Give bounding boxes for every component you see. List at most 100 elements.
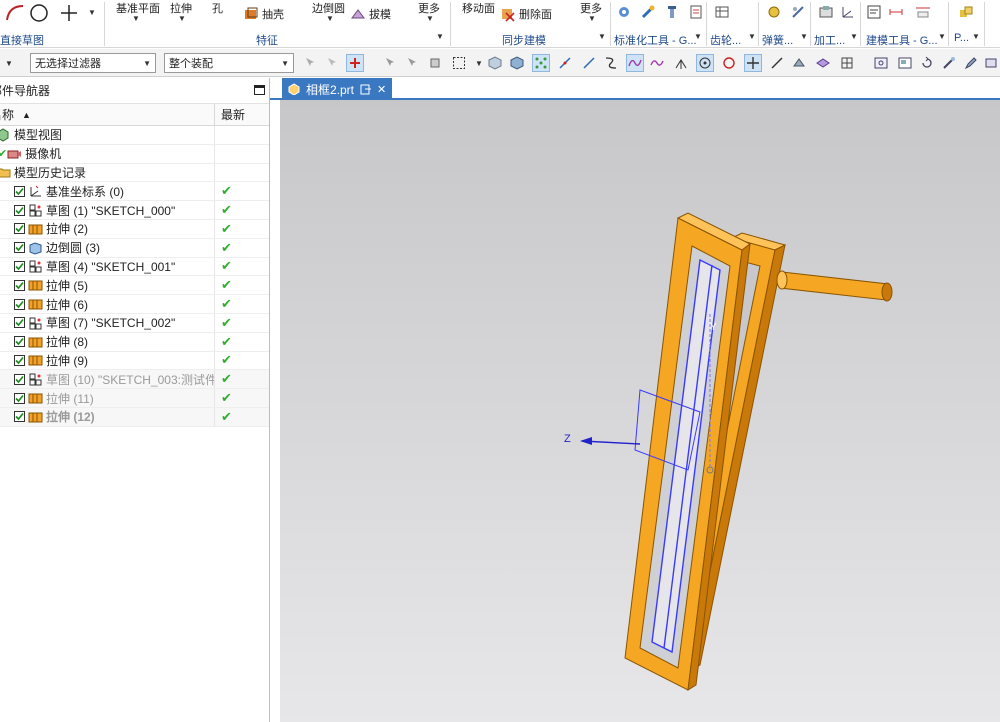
move-face-button[interactable]: 移动面 xyxy=(462,0,495,16)
group-machining[interactable]: 加工... xyxy=(814,32,845,48)
tree-row-feature[interactable]: 草图 (10) "SKETCH_003:测试件" ✔ xyxy=(0,370,269,390)
hole-button[interactable]: 孔 xyxy=(212,0,223,16)
std-tool-5[interactable] xyxy=(714,4,730,20)
gear-group-dropdown[interactable]: ▼ xyxy=(748,32,756,41)
group-more[interactable]: P... xyxy=(954,32,969,44)
std-tool-2[interactable] xyxy=(640,4,656,20)
snap-intersection-button[interactable] xyxy=(672,54,690,72)
delete-face-button[interactable]: 删除面 xyxy=(500,6,552,22)
select-component-button[interactable] xyxy=(426,54,444,72)
std-tool-3[interactable] xyxy=(664,4,680,20)
datum-plane-dropdown[interactable]: ▼ xyxy=(132,14,140,23)
modeling-tool-2[interactable] xyxy=(888,4,904,20)
std-tool-1[interactable] xyxy=(616,4,632,20)
snap-curve-button[interactable] xyxy=(602,54,620,72)
shell-button[interactable]: 抽壳 xyxy=(243,6,284,22)
view-tool-1[interactable] xyxy=(872,54,890,72)
visibility-checkbox[interactable] xyxy=(14,354,25,366)
tree-row-feature[interactable]: 拉伸 (8) ✔ xyxy=(0,332,269,352)
spring-tool-1[interactable] xyxy=(766,4,782,20)
visibility-checkbox[interactable] xyxy=(14,260,25,272)
snap-on-curve-button[interactable] xyxy=(768,54,786,72)
machining-tool-2[interactable] xyxy=(840,4,856,20)
close-icon[interactable]: ✕ xyxy=(377,83,386,96)
snap-quadrant-button[interactable] xyxy=(720,54,738,72)
snap-endpoint-button[interactable] xyxy=(532,54,550,72)
menu-dropdown[interactable]: ▼ xyxy=(0,54,18,72)
snap-on-face-button[interactable] xyxy=(790,54,808,72)
group-gear[interactable]: 齿轮... xyxy=(710,32,741,48)
extrude-dropdown[interactable]: ▼ xyxy=(178,14,186,23)
column-name-header[interactable]: 名称 ▲ xyxy=(0,104,215,125)
visibility-checkbox[interactable] xyxy=(14,411,25,423)
view-tool-5[interactable] xyxy=(962,54,980,72)
group-std-tools[interactable]: 标准化工具 - G... xyxy=(614,32,697,48)
document-tab[interactable]: 相框2.prt ✕ xyxy=(282,78,393,100)
model-canvas[interactable]: Y Z xyxy=(280,100,1000,722)
rectangle-select-button[interactable] xyxy=(450,54,468,72)
select-feature-button[interactable] xyxy=(302,54,320,72)
circle-tool[interactable] xyxy=(28,2,50,24)
type-filter-select[interactable]: 无选择过滤器 ▼ xyxy=(30,53,156,73)
visibility-checkbox[interactable] xyxy=(14,279,25,291)
select-body-button[interactable] xyxy=(404,54,422,72)
tree-row-camera[interactable]: ✔ 摄像机 xyxy=(0,144,269,164)
modeling-tool-3[interactable] xyxy=(914,4,932,20)
visibility-checkbox[interactable] xyxy=(14,298,25,310)
shaded-view-button[interactable] xyxy=(486,54,504,72)
visibility-checkbox[interactable] xyxy=(14,185,25,197)
visibility-checkbox[interactable] xyxy=(14,204,25,216)
modeling-group-dropdown[interactable]: ▼ xyxy=(938,32,946,41)
spring-tool-2[interactable] xyxy=(790,4,806,20)
modeling-tool-1[interactable] xyxy=(866,4,882,20)
std-tool-4[interactable] xyxy=(688,4,704,20)
machining-tool-1[interactable] xyxy=(818,4,834,20)
tree-row-model-views[interactable]: 模型视图 xyxy=(0,126,269,145)
snap-point-button[interactable] xyxy=(346,54,364,72)
extra-tool[interactable] xyxy=(958,4,974,20)
view-tool-6[interactable] xyxy=(982,54,1000,72)
more-group-dropdown[interactable]: ▼ xyxy=(972,32,980,41)
tree-row-model-history[interactable]: 模型历史记录 xyxy=(0,163,269,183)
snap-midpoint-button[interactable] xyxy=(556,54,574,72)
group-direct-sketch[interactable]: 直接草图 xyxy=(0,32,44,48)
point-tool[interactable] xyxy=(58,2,80,24)
spring-group-dropdown[interactable]: ▼ xyxy=(800,32,808,41)
assembly-scope-select[interactable]: 整个装配 ▼ xyxy=(164,53,294,73)
sketch-more-dropdown[interactable]: ▼ xyxy=(88,8,96,17)
solid-view-button[interactable] xyxy=(508,54,526,72)
tree-row-feature[interactable]: 边倒圆 (3) ✔ xyxy=(0,238,269,258)
tree-row-feature[interactable]: 拉伸 (9) ✔ xyxy=(0,351,269,371)
edge-blend-dropdown[interactable]: ▼ xyxy=(326,14,334,23)
select-face-button[interactable] xyxy=(324,54,342,72)
tree-row-feature[interactable]: 基准坐标系 (0) ✔ xyxy=(0,182,269,202)
snap-bounded-button[interactable] xyxy=(814,54,832,72)
snap-wave-button[interactable] xyxy=(648,54,666,72)
tree-row-feature[interactable]: 草图 (1) "SKETCH_000" ✔ xyxy=(0,201,269,220)
cylinder-rod[interactable] xyxy=(776,270,893,302)
visibility-checkbox[interactable] xyxy=(14,242,25,254)
draft-button[interactable]: 拔模 xyxy=(350,6,391,22)
sync-more-dropdown[interactable]: ▼ xyxy=(588,14,596,23)
visibility-checkbox[interactable] xyxy=(14,373,25,385)
visibility-checkbox[interactable] xyxy=(14,336,25,348)
group-feature[interactable]: 特征 xyxy=(256,32,278,48)
visibility-checkbox[interactable] xyxy=(14,392,25,404)
tree-row-feature[interactable]: 拉伸 (5) ✔ xyxy=(0,276,269,296)
visibility-checkbox[interactable] xyxy=(14,317,25,329)
feature-group-dropdown[interactable]: ▼ xyxy=(436,32,444,41)
feature-more-dropdown[interactable]: ▼ xyxy=(426,14,434,23)
tree-row-feature[interactable]: 拉伸 (11) ✔ xyxy=(0,389,269,408)
machining-group-dropdown[interactable]: ▼ xyxy=(850,32,858,41)
maximize-icon[interactable] xyxy=(254,85,265,95)
select-edge-button[interactable] xyxy=(382,54,400,72)
group-sync-modeling[interactable]: 同步建模 xyxy=(502,32,546,48)
tree-row-feature[interactable]: 拉伸 (6) ✔ xyxy=(0,295,269,314)
graphics-viewport[interactable]: Y Z xyxy=(280,100,1000,722)
std-group-dropdown[interactable]: ▼ xyxy=(694,32,702,41)
group-modeling-tools[interactable]: 建模工具 - G... xyxy=(866,32,938,48)
snap-existing-point-button[interactable] xyxy=(744,54,762,72)
tree-row-feature[interactable]: 拉伸 (12) ✔ xyxy=(0,407,269,427)
arc-tool[interactable] xyxy=(4,2,26,24)
tree-row-feature[interactable]: 草图 (4) "SKETCH_001" ✔ xyxy=(0,257,269,277)
